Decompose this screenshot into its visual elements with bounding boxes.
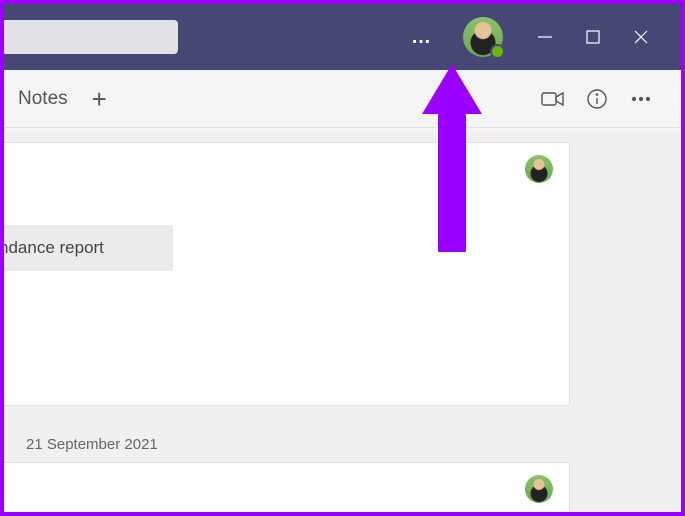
presence-badge bbox=[490, 44, 505, 59]
more-options-button[interactable] bbox=[619, 87, 663, 111]
minimize-button[interactable] bbox=[521, 14, 569, 60]
avatar-icon bbox=[525, 155, 553, 183]
info-button[interactable] bbox=[575, 87, 619, 111]
profile-avatar-button[interactable] bbox=[463, 17, 503, 57]
message-card[interactable] bbox=[4, 462, 570, 512]
title-bar: … bbox=[4, 4, 681, 70]
avatar-icon bbox=[525, 475, 553, 503]
attachment-chip[interactable]: ndance report bbox=[4, 225, 173, 271]
conversation-area: ndance report 21 September 2021 bbox=[4, 132, 681, 512]
tab-notes[interactable]: Notes bbox=[4, 88, 82, 110]
tab-bar: Notes + bbox=[4, 70, 681, 128]
date-separator: 21 September 2021 bbox=[4, 422, 681, 463]
add-tab-button[interactable]: + bbox=[82, 86, 117, 112]
message-card[interactable]: ndance report bbox=[4, 142, 570, 406]
meet-button[interactable] bbox=[531, 86, 575, 112]
close-button[interactable] bbox=[617, 14, 665, 60]
maximize-button[interactable] bbox=[569, 14, 617, 60]
settings-more-button[interactable]: … bbox=[397, 27, 445, 47]
search-input[interactable] bbox=[2, 20, 178, 54]
attachment-label: ndance report bbox=[4, 238, 104, 258]
